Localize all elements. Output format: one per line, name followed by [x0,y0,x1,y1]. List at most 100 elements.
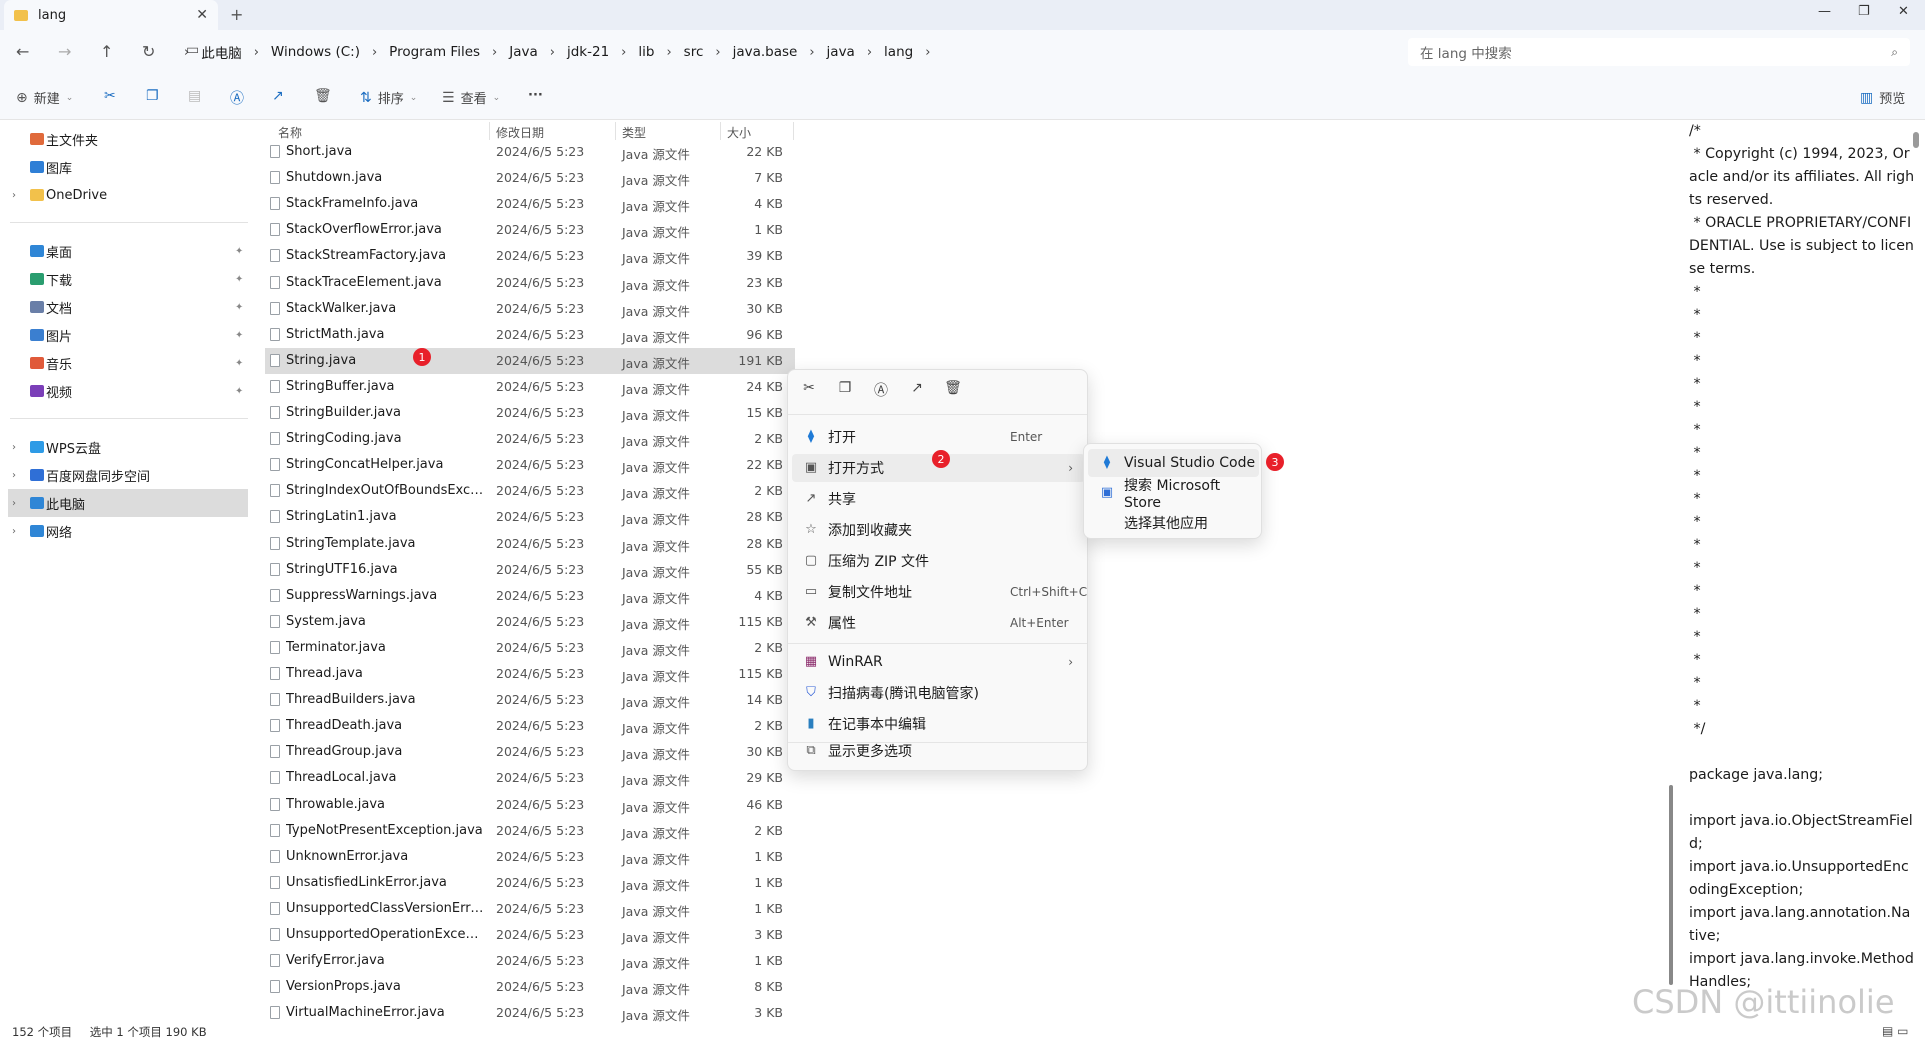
sidebar-item[interactable]: › 此电脑 [8,489,248,517]
column-divider[interactable] [489,122,490,140]
pane-splitter[interactable] [1669,785,1673,985]
file-row[interactable]: StrictMath.java 2024/6/5 5:23 Java 源文件 96 K… [265,322,795,348]
copy-icon[interactable]: ❐ [834,380,856,400]
breadcrumb-item[interactable]: java [815,44,867,60]
forward-icon[interactable]: → [58,42,71,61]
chevron-right-icon[interactable]: › [12,470,16,481]
menu-item-properties[interactable]: ⚒ 属性 Alt+Enter [792,609,1085,637]
menu-item-notepad[interactable]: ▮ 在记事本中编辑 [792,710,1085,738]
file-row[interactable]: UnsupportedClassVersionError.ja... 2024/6… [265,896,795,922]
menu-item-copy-path[interactable]: ▭ 复制文件地址 Ctrl+Shift+C [792,578,1087,606]
file-row[interactable]: StringTemplate.java 2024/6/5 5:23 Java 源文件… [265,531,795,557]
rename-button[interactable]: Ⓐ [230,88,244,108]
details-view-icon[interactable]: ▤ [1882,1024,1893,1038]
pin-icon[interactable]: ✦ [235,330,243,341]
menu-item-scan[interactable]: ⛉ 扫描病毒(腾讯电脑管家) [792,679,1085,707]
file-row[interactable]: StackWalker.java 2024/6/5 5:23 Java 源文件 30 … [265,296,795,322]
sidebar-item[interactable]: 图片 ✦ [0,321,248,349]
close-window-button[interactable]: ✕ [1898,4,1909,19]
share-button[interactable]: ↗ [272,88,284,104]
file-row[interactable]: ThreadLocal.java 2024/6/5 5:23 Java 源文件 29 … [265,765,795,791]
tab-lang[interactable]: lang ✕ [4,0,218,30]
file-row[interactable]: Throwable.java 2024/6/5 5:23 Java 源文件 46 KB [265,792,795,818]
chevron-right-icon[interactable]: › [12,190,16,201]
file-row[interactable]: Short.java 2024/6/5 5:23 Java 源文件 22 KB [265,139,795,165]
new-tab-button[interactable]: + [230,5,243,24]
tab-close-icon[interactable]: ✕ [196,7,208,23]
file-row[interactable]: StackStreamFactory.java 2024/6/5 5:23 Java… [265,243,795,269]
sidebar-item[interactable]: 视频 ✦ [0,377,248,405]
paste-button[interactable]: ▤ [188,88,201,104]
trash-icon[interactable]: 🗑 [942,380,964,400]
sidebar-item[interactable]: 音乐 ✦ [0,349,248,377]
pin-icon[interactable]: ✦ [235,246,243,257]
preview-scrollbar[interactable] [1913,132,1919,148]
restore-button[interactable]: ❐ [1858,4,1870,19]
file-row[interactable]: VersionProps.java 2024/6/5 5:23 Java 源文件 8 … [265,974,795,1000]
cut-button[interactable]: ✂ [104,88,116,104]
file-row[interactable]: StringLatin1.java 2024/6/5 5:23 Java 源文件 28… [265,504,795,530]
sidebar-item[interactable]: 下载 ✦ [0,265,248,293]
file-row[interactable]: System.java 2024/6/5 5:23 Java 源文件 115 KB [265,609,795,635]
back-icon[interactable]: ← [16,42,29,61]
breadcrumb-item[interactable]: Program Files [377,44,492,60]
new-button[interactable]: ⊕ 新建 ⌄ [16,88,73,108]
column-divider[interactable] [793,122,794,140]
chevron-right-icon[interactable]: › [12,442,16,453]
sidebar-item[interactable]: › 网络 [0,517,248,545]
breadcrumb-item[interactable]: jdk-21 [555,44,621,60]
more-button[interactable]: ··· [528,88,543,103]
file-row[interactable]: StringBuffer.java 2024/6/5 5:23 Java 源文件 24… [265,374,795,400]
column-divider[interactable] [615,122,616,140]
file-row[interactable]: UnsatisfiedLinkError.java 2024/6/5 5:23 Ja… [265,870,795,896]
file-row[interactable]: TypeNotPresentException.java 2024/6/5 5:2… [265,818,795,844]
file-row[interactable]: Thread.java 2024/6/5 5:23 Java 源文件 115 KB [265,661,795,687]
file-row[interactable]: ThreadDeath.java 2024/6/5 5:23 Java 源文件 2 K… [265,713,795,739]
file-row[interactable]: StringIndexOutOfBoundsExcepti... 2024/6/5… [265,478,795,504]
sort-button[interactable]: ⇅ 排序 ⌄ [360,88,417,108]
share-icon[interactable]: ↗ [906,380,928,400]
preview-pane-button[interactable]: ▥ 预览 [1860,88,1905,108]
file-row[interactable]: StackFrameInfo.java 2024/6/5 5:23 Java 源文件… [265,191,795,217]
breadcrumb-item[interactable]: Java [497,44,550,60]
sidebar-item[interactable]: › 百度网盘同步空间 [0,461,248,489]
delete-button[interactable]: 🗑 [314,88,332,104]
copy-button[interactable]: ❐ [146,88,159,104]
sidebar-item[interactable]: › WPS云盘 [0,433,248,461]
cut-icon[interactable]: ✂ [798,380,820,400]
breadcrumb-separator-icon[interactable]: › [925,45,930,60]
file-row[interactable]: SuppressWarnings.java 2024/6/5 5:23 Java 源… [265,583,795,609]
menu-item-share[interactable]: ↗ 共享 [792,485,1085,513]
sidebar-item[interactable]: 桌面 ✦ [0,237,248,265]
pin-icon[interactable]: ✦ [235,386,243,397]
file-row[interactable]: VirtualMachineError.java 2024/6/5 5:23 Jav… [265,1000,795,1026]
sidebar-item[interactable]: 文档 ✦ [0,293,248,321]
file-row[interactable]: Terminator.java 2024/6/5 5:23 Java 源文件 2 KB [265,635,795,661]
file-row[interactable]: Shutdown.java 2024/6/5 5:23 Java 源文件 7 KB [265,165,795,191]
breadcrumb-item[interactable]: src [672,44,716,60]
file-row[interactable]: String.java 2024/6/5 5:23 Java 源文件 191 KB [265,347,795,374]
breadcrumb-item[interactable]: 此电脑 [189,42,254,62]
minimize-button[interactable]: — [1818,4,1831,19]
menu-item-open[interactable]: ⧫ 打开 Enter [792,423,1085,451]
file-row[interactable]: StackOverflowError.java 2024/6/5 5:23 Java… [265,217,795,243]
menu-item-zip[interactable]: ▢ 压缩为 ZIP 文件 [792,547,1085,575]
breadcrumb-item[interactable]: java.base [721,44,810,60]
pin-icon[interactable]: ✦ [235,274,243,285]
menu-item-winrar[interactable]: ▦ WinRAR › [792,648,1085,676]
rename-icon[interactable]: Ⓐ [870,380,892,400]
file-row[interactable]: UnknownError.java 2024/6/5 5:23 Java 源文件 1 … [265,844,795,870]
file-row[interactable]: StringUTF16.java 2024/6/5 5:23 Java 源文件 55 … [265,557,795,583]
sidebar-item[interactable]: 主文件夹 [0,125,248,153]
file-row[interactable]: StringConcatHelper.java 2024/6/5 5:23 Java… [265,452,795,478]
column-divider[interactable] [720,122,721,140]
menu-item-more-options[interactable]: ⧉ 显示更多选项 [792,737,1085,765]
tiles-view-icon[interactable]: ▭ [1897,1024,1908,1038]
file-row[interactable]: StringCoding.java 2024/6/5 5:23 Java 源文件 2 … [265,426,795,452]
breadcrumb-item[interactable]: lib [626,44,666,60]
file-row[interactable]: VerifyError.java 2024/6/5 5:23 Java 源文件 1 K… [265,948,795,974]
submenu-item-vscode[interactable]: ⧫ Visual Studio Code [1088,449,1259,477]
file-row[interactable]: ThreadBuilders.java 2024/6/5 5:23 Java 源文件… [265,687,795,713]
sidebar-item[interactable]: › OneDrive [0,181,248,209]
refresh-icon[interactable]: ↻ [142,42,155,61]
